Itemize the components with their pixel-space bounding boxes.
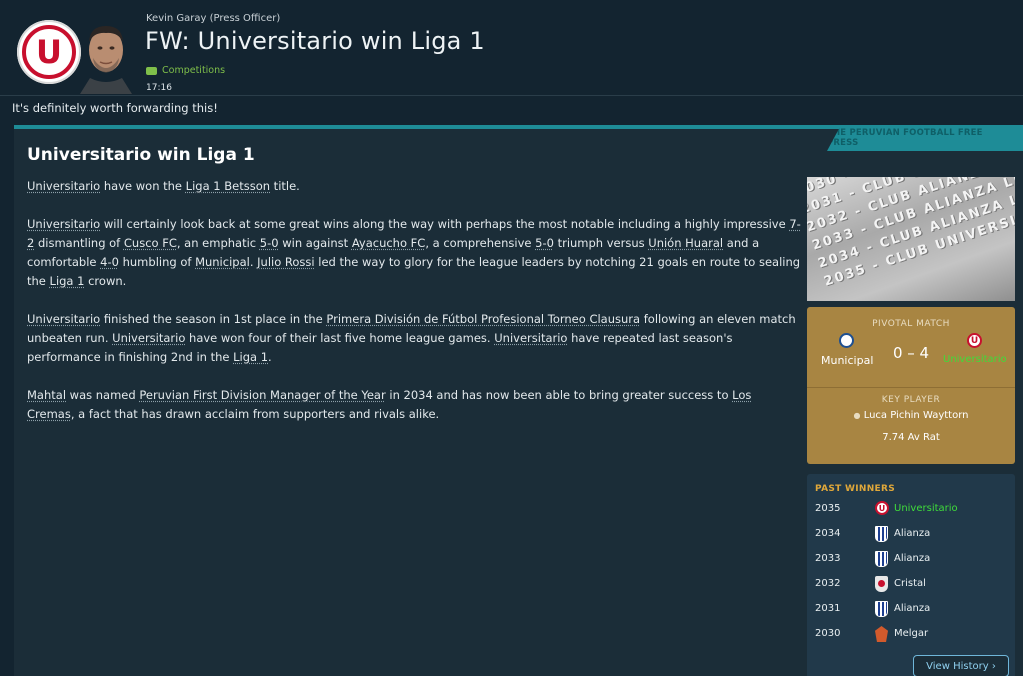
universitario-crest-icon: U — [875, 501, 889, 515]
article-link[interactable]: Universitario — [27, 312, 100, 326]
sender-name: Kevin Garay (Press Officer) — [146, 13, 281, 24]
category-label: Competitions — [162, 65, 226, 76]
article-link[interactable]: Universitario — [27, 217, 100, 231]
article-link[interactable]: Primera División de Fútbol Profesional T… — [326, 312, 640, 326]
past-winner-row[interactable]: 2034 Alianza — [815, 525, 1010, 545]
article-text: have won four of their last five home le… — [185, 331, 495, 345]
article-title: Universitario win Liga 1 — [27, 145, 255, 165]
article-link[interactable]: Peruvian First Division Manager of the Y… — [139, 388, 385, 402]
message-time: 17:16 — [146, 83, 172, 93]
winner-year: 2034 — [815, 528, 841, 539]
alianza-crest-icon — [875, 601, 888, 617]
article-text: title. — [270, 179, 300, 193]
article-paragraph: Universitario finished the season in 1st… — [27, 310, 802, 367]
article-text: finished the season in 1st place in the — [100, 312, 327, 326]
article-text: humbling of — [118, 255, 196, 269]
winner-club[interactable]: Melgar — [894, 628, 928, 639]
tag-icon — [146, 66, 157, 75]
article-link[interactable]: Universitario — [494, 331, 567, 345]
winner-club[interactable]: Alianza — [894, 528, 930, 539]
article-link[interactable]: Julio Rossi — [257, 255, 314, 269]
pivotal-match-card[interactable]: PIVOTAL MATCH U Municipal 0 – 4 Universi… — [807, 307, 1015, 464]
key-player-rating: 7.74 Av Rat — [882, 432, 940, 443]
away-team[interactable]: Universitario — [943, 354, 1015, 365]
view-history-button[interactable]: View History › — [913, 655, 1009, 676]
article-text: , a fact that has drawn acclaim from sup… — [70, 407, 440, 421]
article-paragraph: Mahtal was named Peruvian First Division… — [27, 386, 802, 424]
article-link[interactable]: Municipal — [195, 255, 250, 269]
winner-club[interactable]: Cristal — [894, 578, 926, 589]
winner-year: 2030 — [815, 628, 841, 639]
divider — [807, 387, 1015, 388]
article-text: crown. — [84, 274, 127, 288]
article-paragraph: Universitario have won the Liga 1 Betsso… — [27, 177, 802, 196]
article-link[interactable]: Liga 1 — [50, 274, 85, 288]
press-officer-avatar[interactable] — [80, 20, 132, 94]
pivotal-match-heading: PIVOTAL MATCH — [872, 319, 950, 329]
past-winner-row[interactable]: 2035 U Universitario — [815, 500, 1010, 520]
winner-year: 2033 — [815, 553, 841, 564]
key-player-heading: KEY PLAYER — [881, 395, 941, 405]
winner-club[interactable]: Universitario — [894, 503, 958, 514]
forward-message: It's definitely worth forwarding this! — [12, 101, 218, 115]
article-link[interactable]: Liga 1 — [233, 350, 268, 364]
article-link[interactable]: Mahtal — [27, 388, 66, 402]
past-winner-row[interactable]: 2030 Melgar — [815, 625, 1010, 645]
article-text: was named — [66, 388, 140, 402]
article-paragraph: Universitario will certainly look back a… — [27, 215, 802, 291]
alianza-crest-icon — [875, 551, 888, 567]
past-winner-row[interactable]: 2033 Alianza — [815, 550, 1010, 570]
article-link[interactable]: Ayacucho FC — [352, 236, 426, 250]
article-link[interactable]: Universitario — [112, 331, 185, 345]
past-winner-row[interactable]: 2032 Cristal — [815, 575, 1010, 595]
winner-year: 2035 — [815, 503, 841, 514]
article-link[interactable]: Cusco FC — [124, 236, 177, 250]
person-icon: ● — [853, 411, 861, 420]
winner-year: 2032 — [815, 578, 841, 589]
trophy-plaque-photo: 2029 - FOOTBALL2030 - FOOTBALL2031 - CLU… — [807, 177, 1015, 301]
article-link[interactable]: 4-0 — [100, 255, 119, 269]
past-winner-row[interactable]: 2031 Alianza — [815, 600, 1010, 620]
article-text: will certainly look back at some great w… — [100, 217, 790, 231]
article-link[interactable]: Universitario — [27, 179, 100, 193]
melgar-crest-icon — [875, 626, 888, 642]
alianza-crest-icon — [875, 526, 888, 542]
article-body: Universitario have won the Liga 1 Betsso… — [27, 177, 802, 443]
past-winners-heading: PAST WINNERS — [815, 484, 895, 494]
winner-year: 2031 — [815, 603, 841, 614]
article-link[interactable]: 5-0 — [260, 236, 279, 250]
article-link[interactable]: Liga 1 Betsson — [186, 179, 270, 193]
press-banner: THE PERUVIAN FOOTBALL FREE PRESS — [827, 125, 1023, 151]
category-tag[interactable]: Competitions — [146, 65, 225, 76]
article-text: have won the — [100, 179, 186, 193]
cristal-crest-icon — [875, 576, 888, 592]
divider — [0, 95, 1023, 96]
club-badge-icon[interactable]: U — [17, 20, 81, 84]
article-text: , an emphatic — [176, 236, 260, 250]
article-text: win against — [278, 236, 352, 250]
message-title: FW: Universitario win Liga 1 — [145, 27, 485, 55]
winner-club[interactable]: Alianza — [894, 553, 930, 564]
article-text: , a comprehensive — [425, 236, 536, 250]
article-text: triumph versus — [553, 236, 649, 250]
past-winners-card: PAST WINNERS 2035 U Universitario 2034 Alian… — [807, 474, 1015, 676]
badge-letter: U — [36, 33, 62, 71]
key-player-name[interactable]: ● Luca Pichin Wayttorn — [807, 410, 1015, 421]
crest-letter: U — [878, 503, 886, 513]
article-text: in 2034 and has now been able to bring g… — [385, 388, 733, 402]
press-banner-label: THE PERUVIAN FOOTBALL FREE PRESS — [827, 128, 983, 148]
article-text: dismantling of — [34, 236, 124, 250]
article-link[interactable]: Unión Huaral — [648, 236, 723, 250]
article-panel: THE PERUVIAN FOOTBALL FREE PRESS Univers… — [14, 125, 1023, 676]
winner-club[interactable]: Alianza — [894, 603, 930, 614]
article-link[interactable]: 5-0 — [535, 236, 554, 250]
message-header: U Kevin Garay (Press Officer) FW: Univer… — [0, 0, 1023, 96]
article-text: . — [268, 350, 272, 364]
